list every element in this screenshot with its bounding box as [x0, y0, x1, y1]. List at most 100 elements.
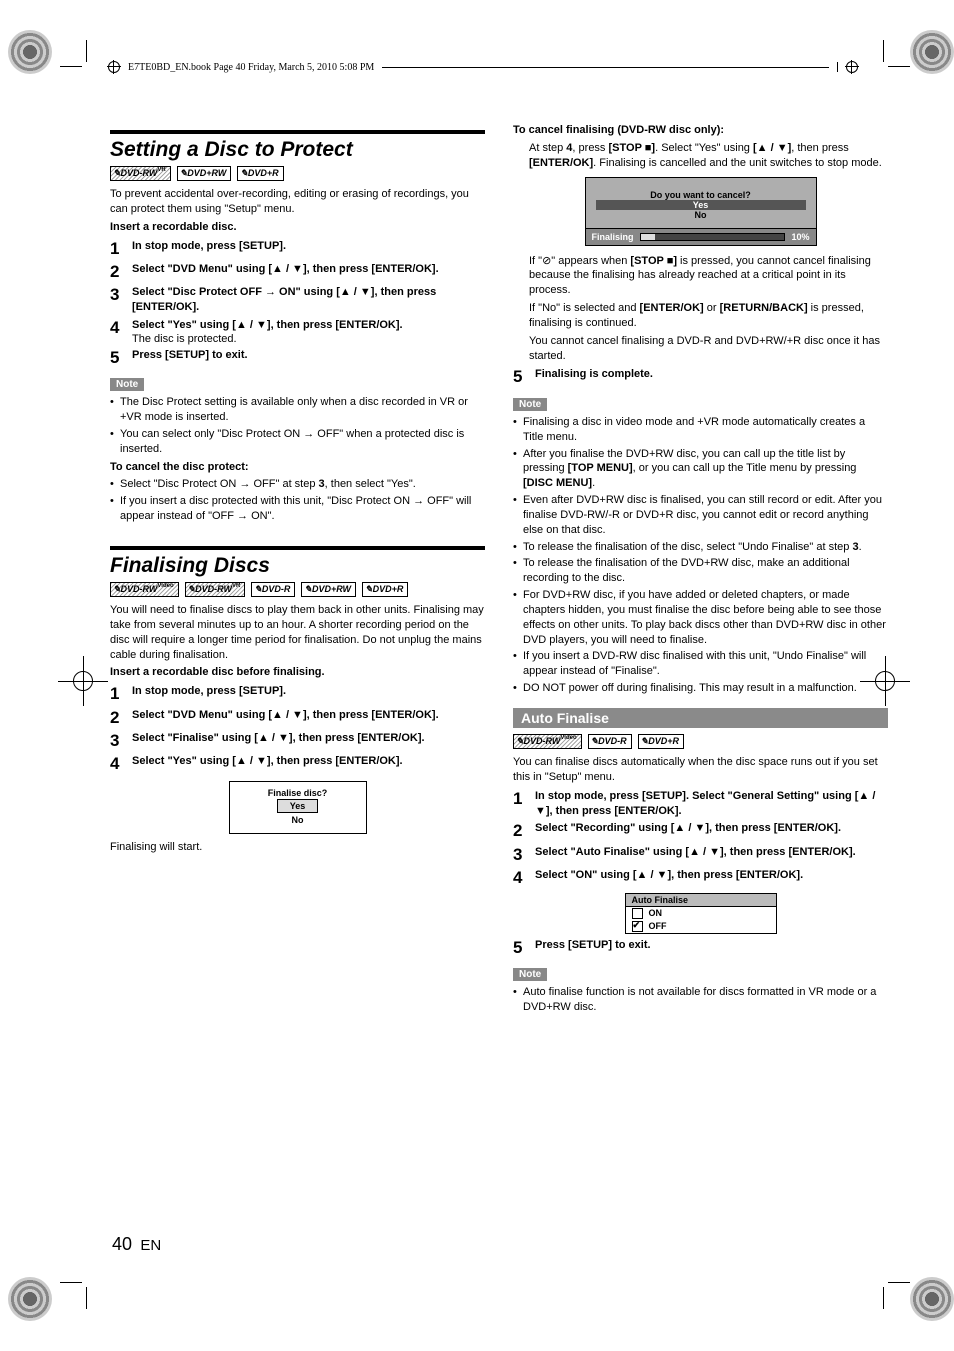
finalise-start: Finalising will start.	[110, 840, 485, 855]
cancel-protect-items: Select "Disc Protect ON → OFF" at step 3…	[110, 477, 485, 524]
step-text: Finalising is complete.	[535, 367, 888, 382]
note-item: Auto finalise function is not available …	[513, 985, 888, 1015]
note-label: Note	[110, 378, 144, 391]
disc-badge: ✎DVD+RW	[177, 166, 232, 181]
step-number: 5	[513, 367, 535, 387]
finalise-dialog: Finalise disc? Yes No	[229, 781, 367, 834]
checkbox-checked-icon	[632, 921, 643, 932]
rule	[110, 546, 485, 550]
progress-percent: 10%	[791, 232, 809, 242]
disc-badge: ✎DVD+R	[638, 734, 684, 749]
step-text: Select "Yes" using [▲ / ▼], then press […	[132, 318, 485, 333]
auto-finalise-menu: Auto Finalise ON OFF	[625, 893, 777, 934]
cancel-finalise-heading: To cancel finalising (DVD-RW disc only):	[513, 123, 888, 138]
disc-badge: ✎DVD-R	[251, 582, 295, 597]
step-number: 5	[513, 938, 535, 958]
step-text: In stop mode, press [SETUP].	[132, 239, 485, 254]
step-number: 2	[513, 821, 535, 841]
left-column: Setting a Disc to Protect ✎DVD-RWVR ✎DVD…	[110, 120, 485, 1017]
step-number: 2	[110, 262, 132, 282]
right-column: To cancel finalising (DVD-RW disc only):…	[513, 120, 888, 1017]
disc-badge: ✎DVD+R	[237, 166, 283, 181]
note-item: You can select only "Disc Protect ON → O…	[110, 427, 485, 457]
note-item: For DVD+RW disc, if you have added or de…	[513, 588, 888, 647]
cancel-item: If you insert a disc protected with this…	[110, 494, 485, 524]
dialog-no: No	[238, 814, 358, 827]
step-text: Select "Recording" using [▲ / ▼], then p…	[535, 821, 888, 836]
cancel-item: Select "Disc Protect ON → OFF" at step 3…	[110, 477, 485, 492]
cannot-cancel-note: You cannot cancel finalising a DVD-R and…	[529, 334, 888, 364]
page-number: 40 EN	[112, 1234, 161, 1255]
auto-finalise-intro: You can finalise discs automatically whe…	[513, 755, 888, 785]
finalise-complete-step: 5Finalising is complete.	[513, 367, 888, 387]
note-item: If you insert a DVD-RW disc finalised wi…	[513, 649, 888, 679]
step-text: Select "DVD Menu" using [▲ / ▼], then pr…	[132, 708, 485, 723]
disc-badge: ✎DVD-R	[588, 734, 632, 749]
step-text: Press [SETUP] to exit.	[535, 938, 888, 953]
disc-badge: ✎DVD+R	[362, 582, 408, 597]
step-text: Select "ON" using [▲ / ▼], then press [E…	[535, 868, 888, 883]
insert-before-finalise: Insert a recordable disc before finalisi…	[110, 665, 485, 680]
cancel-protect-heading: To cancel the disc protect:	[110, 460, 485, 475]
disc-badge: ✎DVD+RW	[301, 582, 356, 597]
finalise-steps: 1In stop mode, press [SETUP]. 2Select "D…	[110, 684, 485, 775]
step-text: In stop mode, press [SETUP].	[132, 684, 485, 699]
menu-title: Auto Finalise	[626, 894, 776, 907]
protect-steps: 1In stop mode, press [SETUP]. 2Select "D…	[110, 239, 485, 369]
step-number: 4	[110, 318, 132, 345]
disc-badge: ✎DVD-RWVR	[185, 582, 246, 597]
auto-finalise-steps: 1In stop mode, press [SETUP]. Select "Ge…	[513, 789, 888, 889]
protect-notes: The Disc Protect setting is available on…	[110, 395, 485, 456]
note-label: Note	[513, 398, 547, 411]
cancel-dialog-no: No	[596, 210, 806, 220]
prohibit-icon: ⊘	[542, 255, 551, 267]
section-title-protect: Setting a Disc to Protect	[110, 138, 485, 162]
insert-disc-instruction: Insert a recordable disc.	[110, 220, 485, 235]
finalise-intro: You will need to finalise discs to play …	[110, 603, 485, 662]
step-number: 1	[513, 789, 535, 819]
disc-badge: ✎DVD-RWVideo	[513, 734, 582, 749]
step-text: Select "Finalise" using [▲ / ▼], then pr…	[132, 731, 485, 746]
note-item: DO NOT power off during finalising. This…	[513, 681, 888, 696]
progress-label: Finalising	[592, 232, 634, 242]
step-number: 4	[110, 754, 132, 774]
note-item: Finalising a disc in video mode and +VR …	[513, 415, 888, 445]
step-number: 3	[513, 845, 535, 865]
section-title-finalising: Finalising Discs	[110, 554, 485, 578]
cancel-dialog: Do you want to cancel? Yes No Finalising…	[585, 177, 817, 246]
step-text: In stop mode, press [SETUP]. Select "Gen…	[535, 789, 888, 819]
protect-intro: To prevent accidental over-recording, ed…	[110, 187, 485, 217]
rule	[110, 130, 485, 134]
disc-badge: ✎DVD-RWVideo	[110, 582, 179, 597]
step-number: 4	[513, 868, 535, 888]
step-text: Select "Disc Protect OFF → ON" using [▲ …	[132, 285, 485, 315]
step-text: Select "Auto Finalise" using [▲ / ▼], th…	[535, 845, 888, 860]
disc-badge: ✎DVD-RWVR	[110, 166, 171, 181]
auto-finalise-heading: Auto Finalise	[513, 708, 888, 728]
note-item: To release the finalisation of the disc,…	[513, 540, 888, 555]
step-number: 3	[110, 285, 132, 315]
cancel-dialog-yes: Yes	[596, 200, 806, 210]
note-item: To release the finalisation of the DVD+R…	[513, 556, 888, 586]
step-text: Press [SETUP] to exit.	[132, 348, 485, 363]
menu-off: OFF	[649, 921, 667, 931]
step-number: 1	[110, 684, 132, 704]
note-item: Even after DVD+RW disc is finalised, you…	[513, 493, 888, 538]
step-tail: The disc is protected.	[132, 333, 485, 345]
finalise-notes: Finalising a disc in video mode and +VR …	[513, 415, 888, 696]
note-item: The Disc Protect setting is available on…	[110, 395, 485, 425]
checkbox-icon	[632, 908, 643, 919]
step-number: 5	[110, 348, 132, 368]
cancel-finalise-text: At step 4, press [STOP ■]. Select "Yes" …	[529, 141, 888, 171]
step-number: 2	[110, 708, 132, 728]
note-label: Note	[513, 968, 547, 981]
auto-finalise-note: Auto finalise function is not available …	[513, 985, 888, 1015]
cancel-dialog-question: Do you want to cancel?	[596, 190, 806, 200]
auto-finalise-step5: 5Press [SETUP] to exit.	[513, 938, 888, 958]
step-number: 1	[110, 239, 132, 259]
progress-bar	[640, 233, 786, 241]
step-text: Select "Yes" using [▲ / ▼], then press […	[132, 754, 485, 769]
prohibit-note: If "⊘" appears when [STOP ■] is pressed,…	[529, 254, 888, 299]
step-number: 3	[110, 731, 132, 751]
menu-on: ON	[649, 908, 663, 918]
